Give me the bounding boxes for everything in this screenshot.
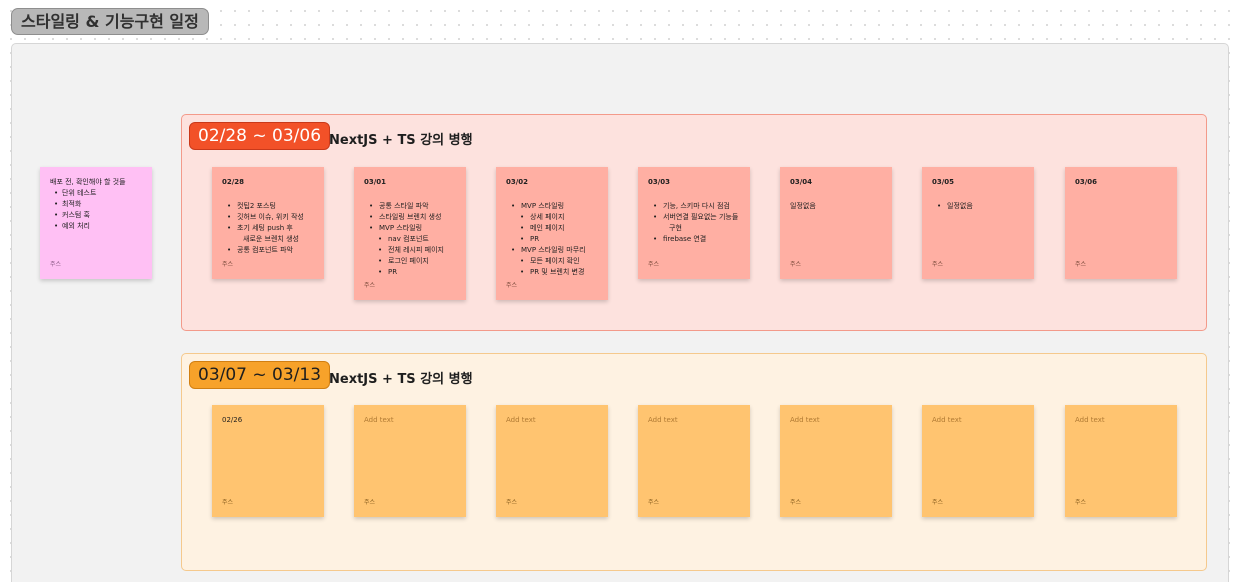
sticky-author: 주스 bbox=[790, 499, 802, 506]
list-subitem: PR bbox=[506, 234, 598, 245]
sticky-author: 주스 bbox=[506, 499, 518, 506]
sticky-author: 주스 bbox=[932, 261, 944, 268]
sticky-list: 기능, 스키마 다시 점검 서버연결 필요없는 기능들 bbox=[648, 201, 740, 223]
sticky-note-checklist[interactable]: 배포 전, 확인해야 할 것들 단위 테스트 최적화 커스텀 훅 예외 처리 주… bbox=[40, 167, 152, 279]
sticky-author: 주스 bbox=[1075, 261, 1087, 268]
list-subitem: 모든 페이지 확인 bbox=[506, 256, 598, 267]
sticky-placeholder: Add text bbox=[364, 416, 394, 424]
list-item: 컷팁2 포스팅 bbox=[222, 201, 314, 212]
checklist: 단위 테스트 최적화 커스텀 훅 예외 처리 bbox=[50, 188, 142, 232]
sticky-text: 일정없음 bbox=[790, 202, 816, 210]
sticky-date: 02/28 bbox=[222, 178, 245, 186]
sticky-note-empty[interactable]: Add text 주스 bbox=[496, 405, 608, 517]
sticky-author: 주스 bbox=[932, 499, 944, 506]
sticky-author: 주스 bbox=[648, 261, 660, 268]
list-item: 스타일링 브렌치 생성 bbox=[364, 212, 456, 223]
list-subitem: 로그인 페이지 bbox=[364, 256, 456, 267]
sticky-placeholder: Add text bbox=[790, 416, 820, 424]
sticky-list: 일정없음 bbox=[932, 201, 1024, 212]
list-item: 예외 처리 bbox=[50, 221, 142, 232]
sticky-placeholder: Add text bbox=[1075, 416, 1105, 424]
sticky-date: 03/05 bbox=[932, 178, 955, 186]
sticky-text: 배포 전, 확인해야 할 것들 bbox=[50, 178, 126, 186]
list-subitem: 상세 페이지 bbox=[506, 212, 598, 223]
sticky-date: 03/06 bbox=[1075, 178, 1098, 186]
sticky-author: 주스 bbox=[222, 499, 234, 506]
week-1-date-badge[interactable]: 02/28 ~ 03/06 bbox=[189, 122, 331, 150]
sticky-date: 03/04 bbox=[790, 178, 813, 186]
list-item: 깃허브 이슈, 위키 작성 bbox=[222, 212, 314, 223]
sticky-note-0226[interactable]: 02/26 주스 bbox=[212, 405, 324, 517]
list-subitem: nav 컴포넌트 bbox=[364, 234, 456, 245]
list-item-continuation: 구현 bbox=[669, 224, 682, 232]
sticky-author: 주스 bbox=[364, 499, 376, 506]
list-item: 서버연결 필요없는 기능들 bbox=[648, 212, 740, 223]
list-item: 단위 테스트 bbox=[50, 188, 142, 199]
sticky-note-0303[interactable]: 03/03 기능, 스키마 다시 점검 서버연결 필요없는 기능들 구현 fir… bbox=[638, 167, 750, 279]
list-subitem: 전체 레시피 페이지 bbox=[364, 245, 456, 256]
sticky-date: 03/02 bbox=[506, 178, 529, 186]
list-item-continuation: 새로운 브렌치 생성 bbox=[243, 235, 299, 243]
sticky-note-0306[interactable]: 03/06 주스 bbox=[1065, 167, 1177, 279]
list-item: MVP 스타일링 마무리 bbox=[506, 245, 598, 256]
sticky-author: 주스 bbox=[506, 282, 518, 289]
sticky-placeholder: Add text bbox=[506, 416, 536, 424]
sticky-author: 주스 bbox=[1075, 499, 1087, 506]
sticky-list: 공통 컴포넌트 파악 bbox=[222, 245, 314, 256]
sticky-note-0304[interactable]: 03/04 일정없음 주스 bbox=[780, 167, 892, 279]
list-subitem: 메인 페이지 bbox=[506, 223, 598, 234]
sticky-note-0305[interactable]: 03/05 일정없음 주스 bbox=[922, 167, 1034, 279]
sticky-author: 주스 bbox=[364, 282, 376, 289]
week-1-title[interactable]: NextJS + TS 강의 병행 bbox=[329, 129, 473, 148]
week-2-date-badge[interactable]: 03/07 ~ 03/13 bbox=[189, 361, 331, 389]
sticky-author: 주스 bbox=[222, 261, 234, 268]
list-item: MVP 스타일링 bbox=[506, 201, 598, 212]
list-subitem: PR bbox=[364, 267, 456, 278]
sticky-placeholder: Add text bbox=[648, 416, 678, 424]
sticky-note-empty[interactable]: Add text 주스 bbox=[922, 405, 1034, 517]
list-item: 커스텀 훅 bbox=[50, 210, 142, 221]
list-subitem: PR 및 브렌치 변경 bbox=[506, 267, 598, 278]
list-item: MVP 스타일링 bbox=[364, 223, 456, 234]
week-2-title[interactable]: NextJS + TS 강의 병행 bbox=[329, 368, 473, 387]
sticky-note-empty[interactable]: Add text 주스 bbox=[780, 405, 892, 517]
sticky-author: 주스 bbox=[648, 499, 660, 506]
sticky-note-empty[interactable]: Add text 주스 bbox=[638, 405, 750, 517]
sticky-date: 03/01 bbox=[364, 178, 387, 186]
sticky-list: firebase 연결 bbox=[648, 234, 740, 245]
sticky-note-empty[interactable]: Add text 주스 bbox=[1065, 405, 1177, 517]
board-title[interactable]: 스타일링 & 기능구현 일정 bbox=[11, 8, 209, 35]
sticky-note-0302[interactable]: 03/02 MVP 스타일링 상세 페이지 메인 페이지 PR MVP 스타일링… bbox=[496, 167, 608, 300]
list-item: 초기 세팅 push 후 bbox=[222, 223, 314, 234]
sticky-note-0301[interactable]: 03/01 공통 스타일 파악 스타일링 브렌치 생성 MVP 스타일링 nav… bbox=[354, 167, 466, 300]
sticky-list: 공통 스타일 파악 스타일링 브렌치 생성 MVP 스타일링 nav 컴포넌트 … bbox=[364, 201, 456, 278]
sticky-list: 컷팁2 포스팅 깃허브 이슈, 위키 작성 초기 세팅 push 후 bbox=[222, 201, 314, 234]
sticky-note-empty[interactable]: Add text 주스 bbox=[354, 405, 466, 517]
sticky-placeholder: Add text bbox=[932, 416, 962, 424]
sticky-author: 주스 bbox=[50, 261, 62, 268]
sticky-author: 주스 bbox=[790, 261, 802, 268]
sticky-text: 02/26 bbox=[222, 416, 243, 424]
sticky-list: MVP 스타일링 상세 페이지 메인 페이지 PR MVP 스타일링 마무리 모… bbox=[506, 201, 598, 278]
list-item: firebase 연결 bbox=[648, 234, 740, 245]
list-item: 일정없음 bbox=[932, 201, 1024, 212]
list-item: 공통 스타일 파악 bbox=[364, 201, 456, 212]
list-item: 공통 컴포넌트 파악 bbox=[222, 245, 314, 256]
list-item: 최적화 bbox=[50, 199, 142, 210]
sticky-note-0228[interactable]: 02/28 컷팁2 포스팅 깃허브 이슈, 위키 작성 초기 세팅 push 후… bbox=[212, 167, 324, 279]
sticky-date: 03/03 bbox=[648, 178, 671, 186]
list-item: 기능, 스키마 다시 점검 bbox=[648, 201, 740, 212]
